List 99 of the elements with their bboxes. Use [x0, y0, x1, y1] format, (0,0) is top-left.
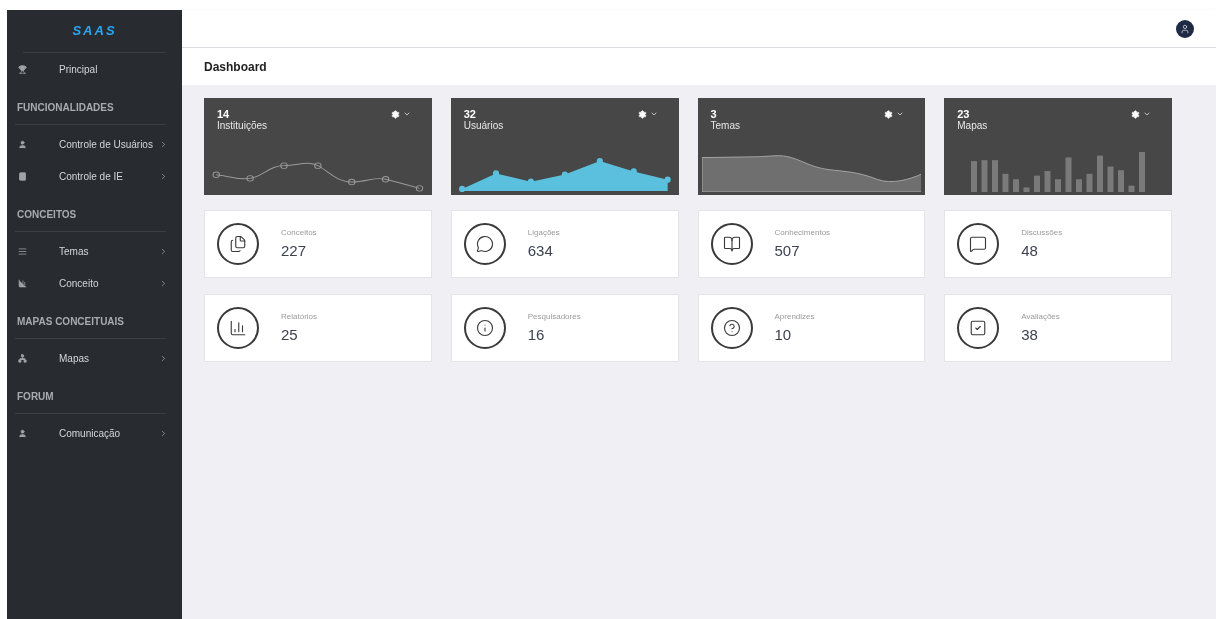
card-value: 14 [217, 108, 231, 120]
nav-item[interactable]: Mapas [15, 342, 174, 374]
settings-dropdown[interactable] [637, 108, 658, 120]
bar [1107, 166, 1114, 192]
info-icon [463, 307, 506, 349]
chat-icon [957, 223, 1000, 265]
list-icon [18, 246, 27, 256]
stat-label: Conceitos [281, 227, 317, 239]
avatar[interactable] [1176, 19, 1194, 38]
stat-label: Discussões [1021, 227, 1063, 239]
data-point [664, 176, 671, 183]
chevron-right-icon [159, 428, 168, 438]
card-label: Temas [710, 120, 740, 132]
data-point [630, 168, 637, 175]
bar [1086, 173, 1093, 192]
nav-item[interactable]: Conceito [15, 267, 174, 299]
trophy-icon [18, 64, 27, 74]
data-point [527, 178, 534, 185]
stat-label: Aprendizes [774, 311, 815, 323]
nav-item[interactable]: Controle de IE [15, 160, 174, 192]
stat-value: 48 [1021, 241, 1039, 261]
bar [1117, 170, 1124, 192]
data-point [246, 175, 254, 182]
data-point [280, 162, 288, 169]
card-label: Instituições [217, 120, 268, 132]
bar [1033, 175, 1040, 192]
caret-icon [649, 110, 658, 118]
data-point [492, 170, 499, 177]
bar [1044, 171, 1051, 192]
caret-icon [896, 110, 905, 118]
chevron-right-icon [159, 278, 168, 288]
section-heading: FORUM [17, 390, 54, 404]
data-point [415, 185, 424, 192]
chevron-right-icon [159, 353, 168, 363]
bar [1012, 179, 1019, 192]
stat-label: Relatórios [281, 311, 317, 323]
stat-label: Pesquisadores [527, 311, 581, 323]
stat-value: 634 [527, 241, 554, 261]
bar [981, 160, 988, 192]
data-point [212, 171, 220, 178]
bar [1054, 179, 1061, 192]
data-point [314, 162, 322, 169]
stat-value: 507 [774, 241, 801, 261]
question-icon [710, 307, 753, 349]
section-heading: CONCEITOS [17, 208, 77, 222]
bar [1002, 173, 1009, 192]
stat-value: 25 [281, 325, 299, 345]
card-label: Mapas [957, 120, 988, 132]
bar [1023, 187, 1030, 192]
chevron-right-icon [159, 139, 168, 149]
stat-value: 227 [281, 241, 308, 261]
settings-icon [390, 109, 400, 119]
data-point [381, 176, 390, 183]
bar [991, 160, 998, 192]
settings-icon [1131, 109, 1140, 119]
stat-value: 10 [774, 325, 793, 345]
chevron-right-icon [159, 171, 168, 181]
settings-dropdown[interactable] [390, 108, 411, 120]
user-icon [18, 428, 27, 438]
checkbox-icon [957, 307, 1000, 349]
page-title: Dashboard [204, 58, 267, 76]
bar [1075, 179, 1082, 192]
settings-dropdown[interactable] [1131, 108, 1151, 120]
settings-icon [637, 109, 647, 119]
stat-value: 16 [527, 325, 546, 345]
settings-dropdown[interactable] [884, 108, 905, 120]
stat-label: Conhecimentos [774, 227, 831, 239]
bar [1096, 155, 1103, 192]
thought-bubble-icon [463, 223, 506, 265]
data-point [348, 178, 356, 186]
data-point [458, 185, 465, 192]
stat-label: Ligações [527, 227, 560, 239]
bar [970, 161, 977, 192]
user-icon [1180, 23, 1190, 34]
caret-icon [1143, 110, 1151, 118]
documents-icon [217, 223, 259, 265]
hierarchy-icon [18, 353, 27, 363]
section-heading: MAPAS CONCEITUAIS [17, 315, 125, 329]
card-label: Usuários [463, 120, 504, 132]
settings-icon [884, 109, 894, 119]
logo: SAAS [72, 22, 117, 41]
data-point [561, 171, 568, 178]
card-value: 3 [710, 108, 718, 120]
nav-item[interactable]: Temas [15, 235, 174, 267]
bar [1138, 152, 1145, 192]
data-point [596, 158, 603, 165]
section-heading: FUNCIONALIDADES [17, 101, 114, 115]
card-value: 32 [463, 108, 477, 120]
stat-value: 38 [1021, 325, 1039, 345]
card-value: 23 [957, 108, 971, 120]
bar [1065, 157, 1072, 192]
chevron-right-icon [159, 246, 168, 256]
bar [1128, 185, 1135, 192]
nav-item[interactable]: Principal [15, 53, 174, 85]
stat-label: Avaliações [1021, 311, 1060, 323]
caret-icon [402, 110, 411, 118]
nav-item[interactable]: Controle de Usuários [15, 128, 174, 160]
user-icon [18, 139, 27, 149]
nav-item[interactable]: Comunicação [15, 417, 174, 449]
